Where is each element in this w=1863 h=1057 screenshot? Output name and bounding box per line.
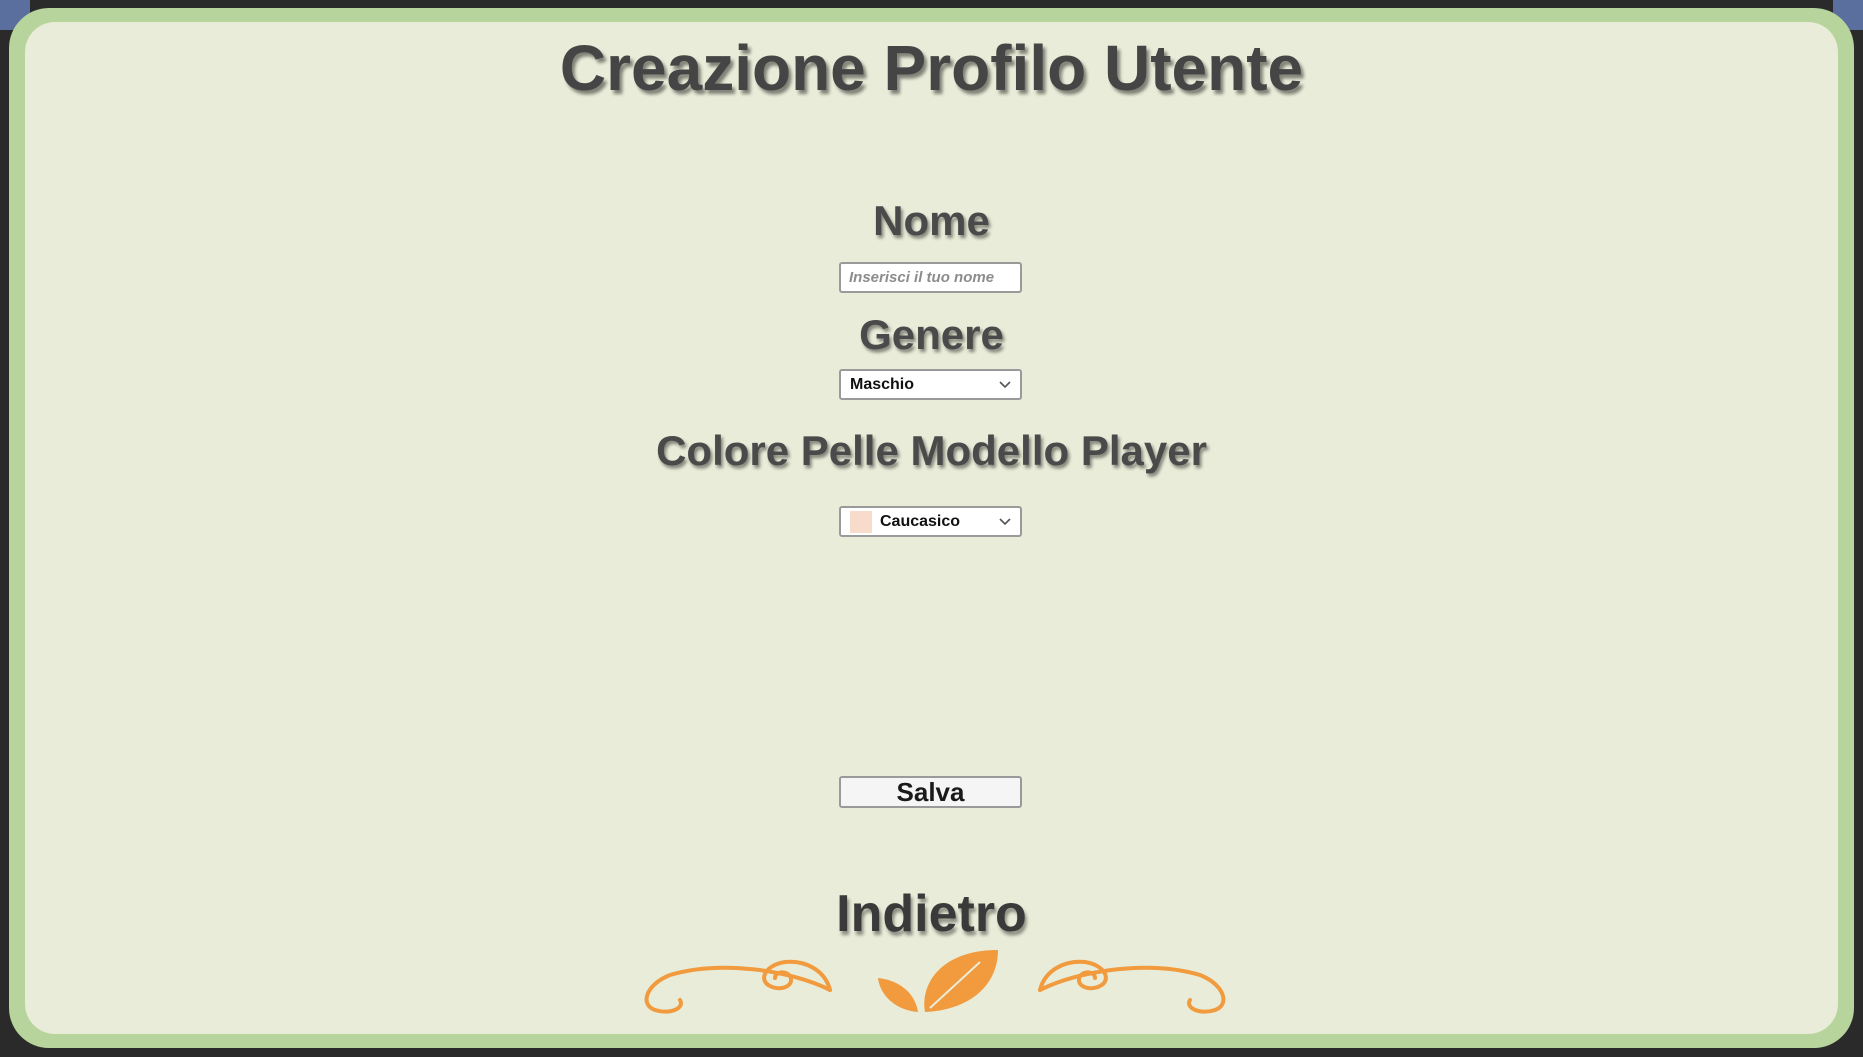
save-button[interactable]: Salva <box>839 776 1022 808</box>
skin-color-label: Colore Pelle Modello Player <box>656 427 1207 474</box>
gender-label: Genere <box>859 311 1004 358</box>
name-input[interactable] <box>839 262 1022 293</box>
chevron-down-icon <box>998 378 1012 392</box>
page-title: Creazione Profilo Utente <box>559 32 1304 104</box>
name-label: Nome <box>873 197 990 244</box>
skin-color-selected-value: Caucasico <box>880 512 961 530</box>
chevron-down-icon <box>998 515 1012 529</box>
skin-color-select[interactable]: Caucasico <box>839 506 1022 537</box>
skin-color-swatch <box>850 510 872 533</box>
gender-select[interactable]: Maschio <box>839 369 1022 400</box>
leaf-swirl-ornament-icon <box>644 950 1226 1014</box>
gender-selected-value: Maschio <box>850 375 915 393</box>
